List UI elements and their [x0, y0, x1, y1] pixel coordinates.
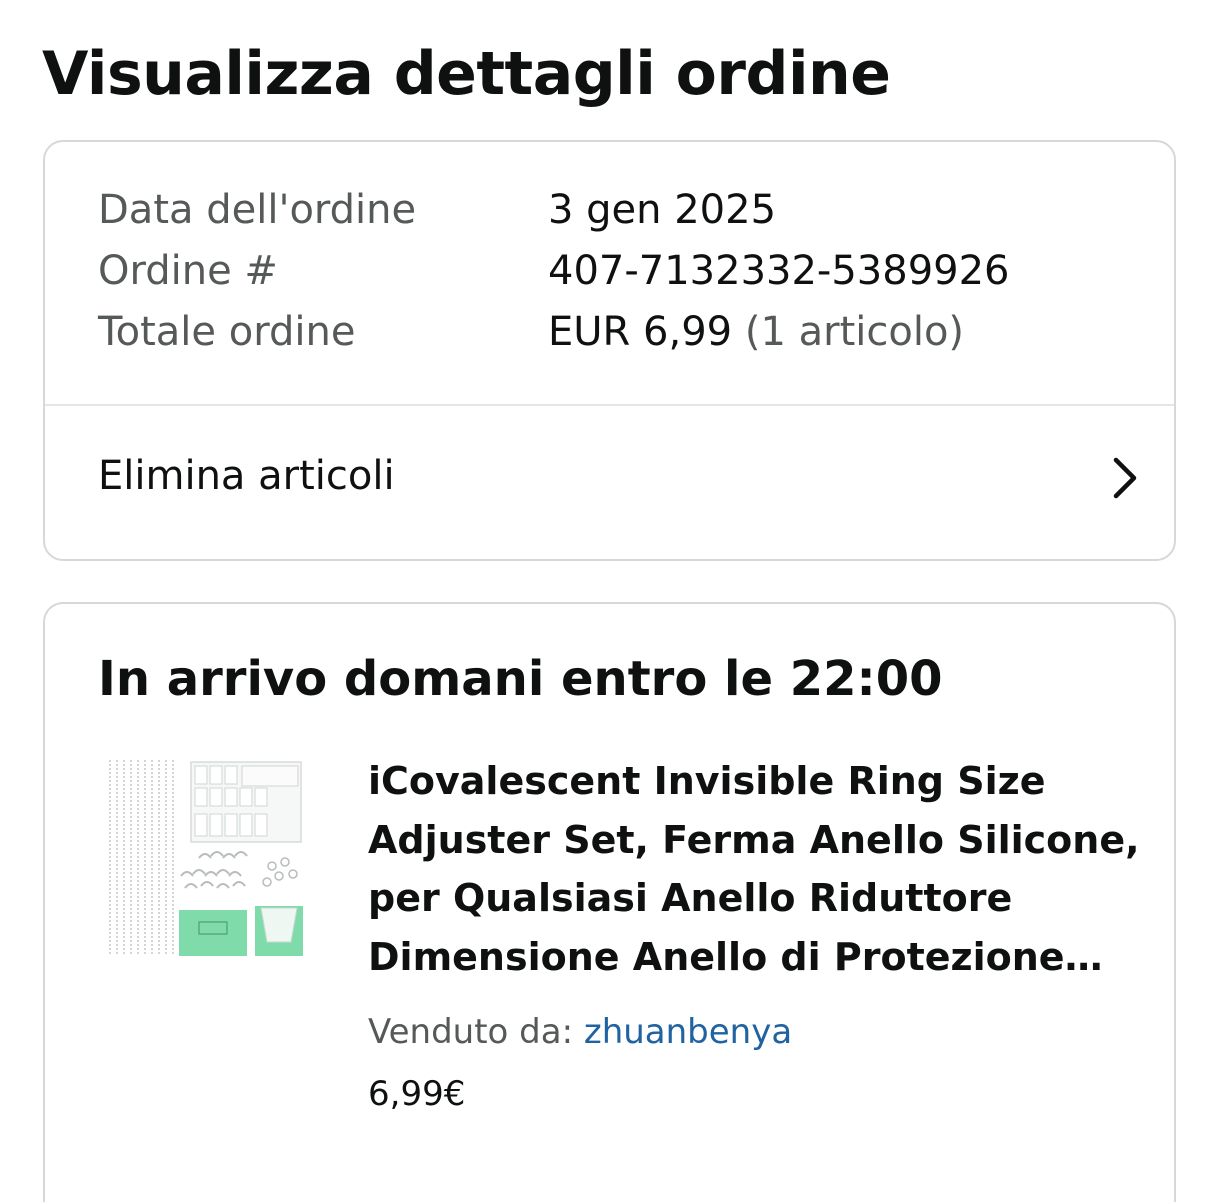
- seller-label: Venduto da:: [368, 1012, 574, 1052]
- page-title: Visualizza dettagli ordine: [42, 39, 891, 109]
- order-number-value: 407-7132332-5389926: [548, 248, 1010, 294]
- chevron-right-icon: [1113, 457, 1137, 499]
- order-total-value-group: EUR 6,99 (1 articolo): [548, 304, 964, 360]
- order-summary-card: Data dell'ordine 3 gen 2025 Ordine # 407…: [43, 140, 1176, 561]
- product-thumbnail-image[interactable]: [107, 758, 307, 958]
- delivery-status-heading: In arrivo domani entro le 22:00: [98, 651, 943, 707]
- order-total-label: Totale ordine: [98, 309, 356, 355]
- delete-items-button[interactable]: Elimina articoli: [45, 406, 1174, 561]
- seller-row: Venduto da: zhuanbenya: [368, 1007, 792, 1057]
- order-date-label: Data dell'ordine: [98, 187, 417, 233]
- order-number-label: Ordine #: [98, 248, 278, 294]
- order-item-count: (1 articolo): [744, 309, 965, 355]
- order-total-value: EUR 6,99: [548, 309, 733, 355]
- product-title-link[interactable]: iCovalescent Invisible Ring Size Adjuste…: [368, 752, 1148, 986]
- shipment-card: In arrivo domani entro le 22:00 iCovales…: [43, 602, 1176, 1202]
- item-price: 6,99€: [368, 1074, 466, 1114]
- seller-link[interactable]: zhuanbenya: [584, 1012, 792, 1052]
- delete-items-label: Elimina articoli: [98, 453, 395, 499]
- order-date-value: 3 gen 2025: [548, 187, 777, 233]
